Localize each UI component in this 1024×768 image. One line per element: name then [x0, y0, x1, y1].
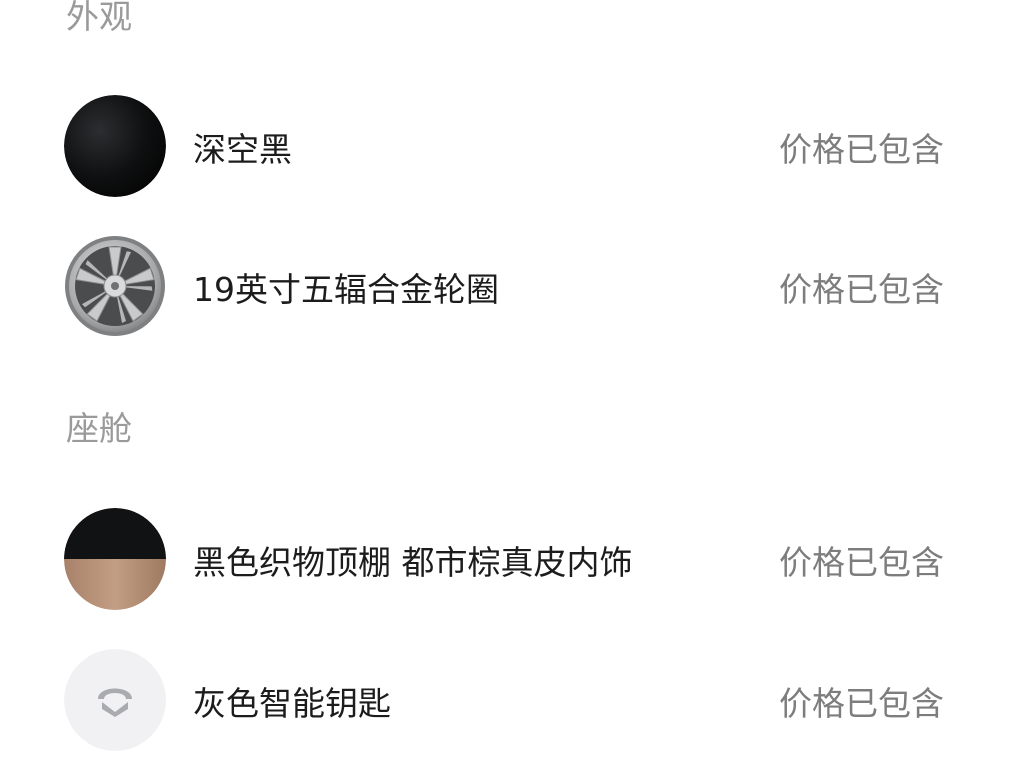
option-price-status: 价格已包含	[779, 270, 944, 309]
section-title-cabin: 座舱	[66, 409, 132, 448]
option-row-interior[interactable]: 黑色织物顶棚 都市棕真皮内饰 价格已包含	[0, 508, 1024, 612]
option-name: 黑色织物顶棚 都市棕真皮内饰	[193, 543, 633, 582]
option-price-status: 价格已包含	[779, 543, 944, 582]
option-row-key[interactable]: 灰色智能钥匙 价格已包含	[0, 649, 1024, 753]
nio-key-icon	[64, 649, 166, 751]
option-row-exterior-color[interactable]: 深空黑 价格已包含	[0, 95, 1024, 199]
section-title-exterior: 外观	[66, 0, 132, 36]
option-name: 深空黑	[193, 130, 292, 169]
wheel-icon	[64, 235, 166, 337]
config-summary-page: 外观 深空黑 价格已包含 19英寸五辐合金轮圈 价格已包含 座舱 黑色织物顶棚 …	[0, 0, 1024, 768]
interior-color-swatch	[64, 508, 166, 610]
option-price-status: 价格已包含	[779, 684, 944, 723]
option-name: 19英寸五辐合金轮圈	[193, 270, 499, 309]
option-price-status: 价格已包含	[779, 130, 944, 169]
option-row-wheels[interactable]: 19英寸五辐合金轮圈 价格已包含	[0, 235, 1024, 339]
option-name: 灰色智能钥匙	[193, 684, 391, 723]
black-color-swatch	[64, 95, 166, 197]
